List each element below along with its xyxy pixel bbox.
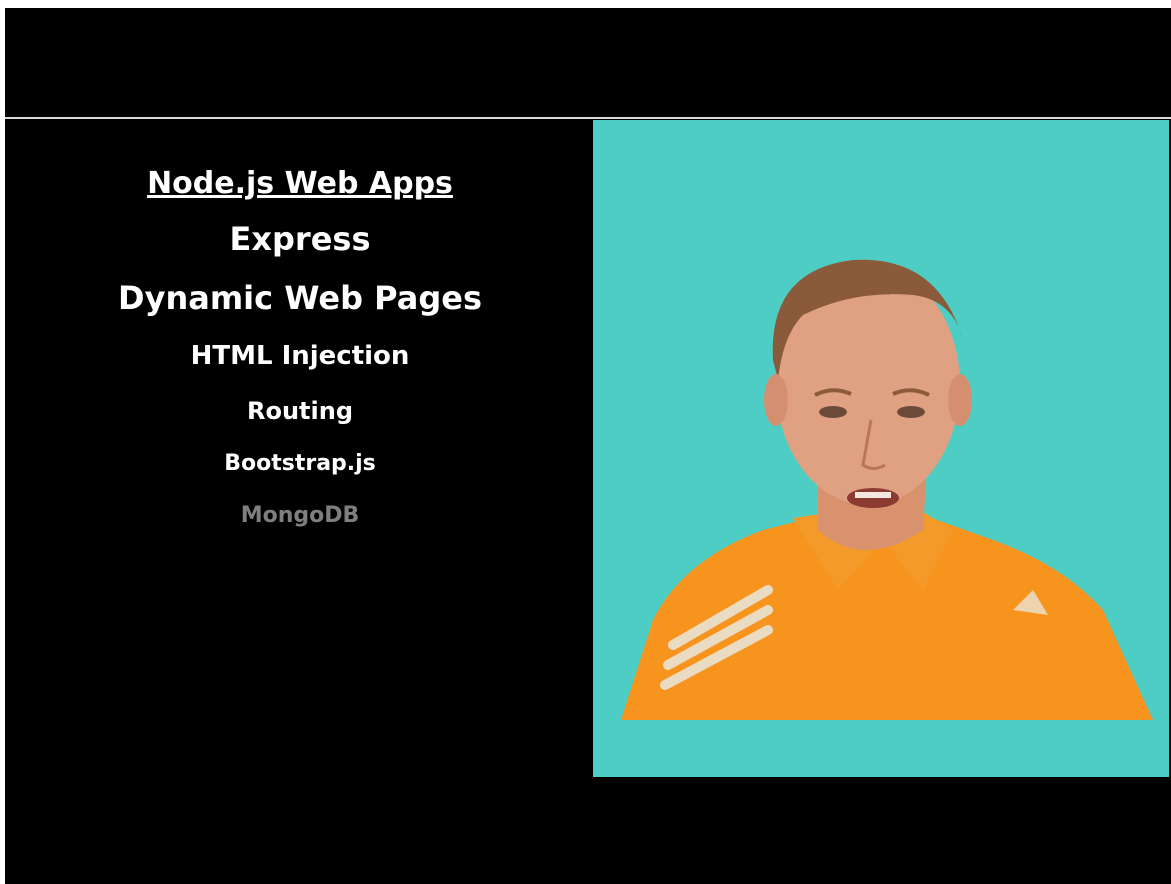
topic-mongodb: MongoDB bbox=[240, 503, 360, 528]
right-ear bbox=[948, 374, 972, 426]
presenter-image bbox=[621, 259, 1153, 720]
topic-bootstrap: Bootstrap.js bbox=[224, 451, 376, 476]
topic-express: Express bbox=[229, 220, 371, 258]
left-eye bbox=[819, 406, 847, 418]
right-eye bbox=[897, 406, 925, 418]
header-divider bbox=[5, 117, 1171, 119]
left-ear bbox=[764, 374, 788, 426]
slide-title: Node.js Web Apps bbox=[147, 166, 453, 201]
teeth bbox=[855, 492, 891, 498]
slide-text-panel: Node.js Web Apps Express Dynamic Web Pag… bbox=[5, 158, 595, 542]
topic-dynamic-web-pages: Dynamic Web Pages bbox=[118, 279, 482, 317]
video-frame: Node.js Web Apps Express Dynamic Web Pag… bbox=[5, 8, 1171, 884]
presenter-video bbox=[593, 120, 1169, 777]
topic-html-injection: HTML Injection bbox=[190, 341, 410, 371]
topic-routing: Routing bbox=[246, 397, 354, 425]
